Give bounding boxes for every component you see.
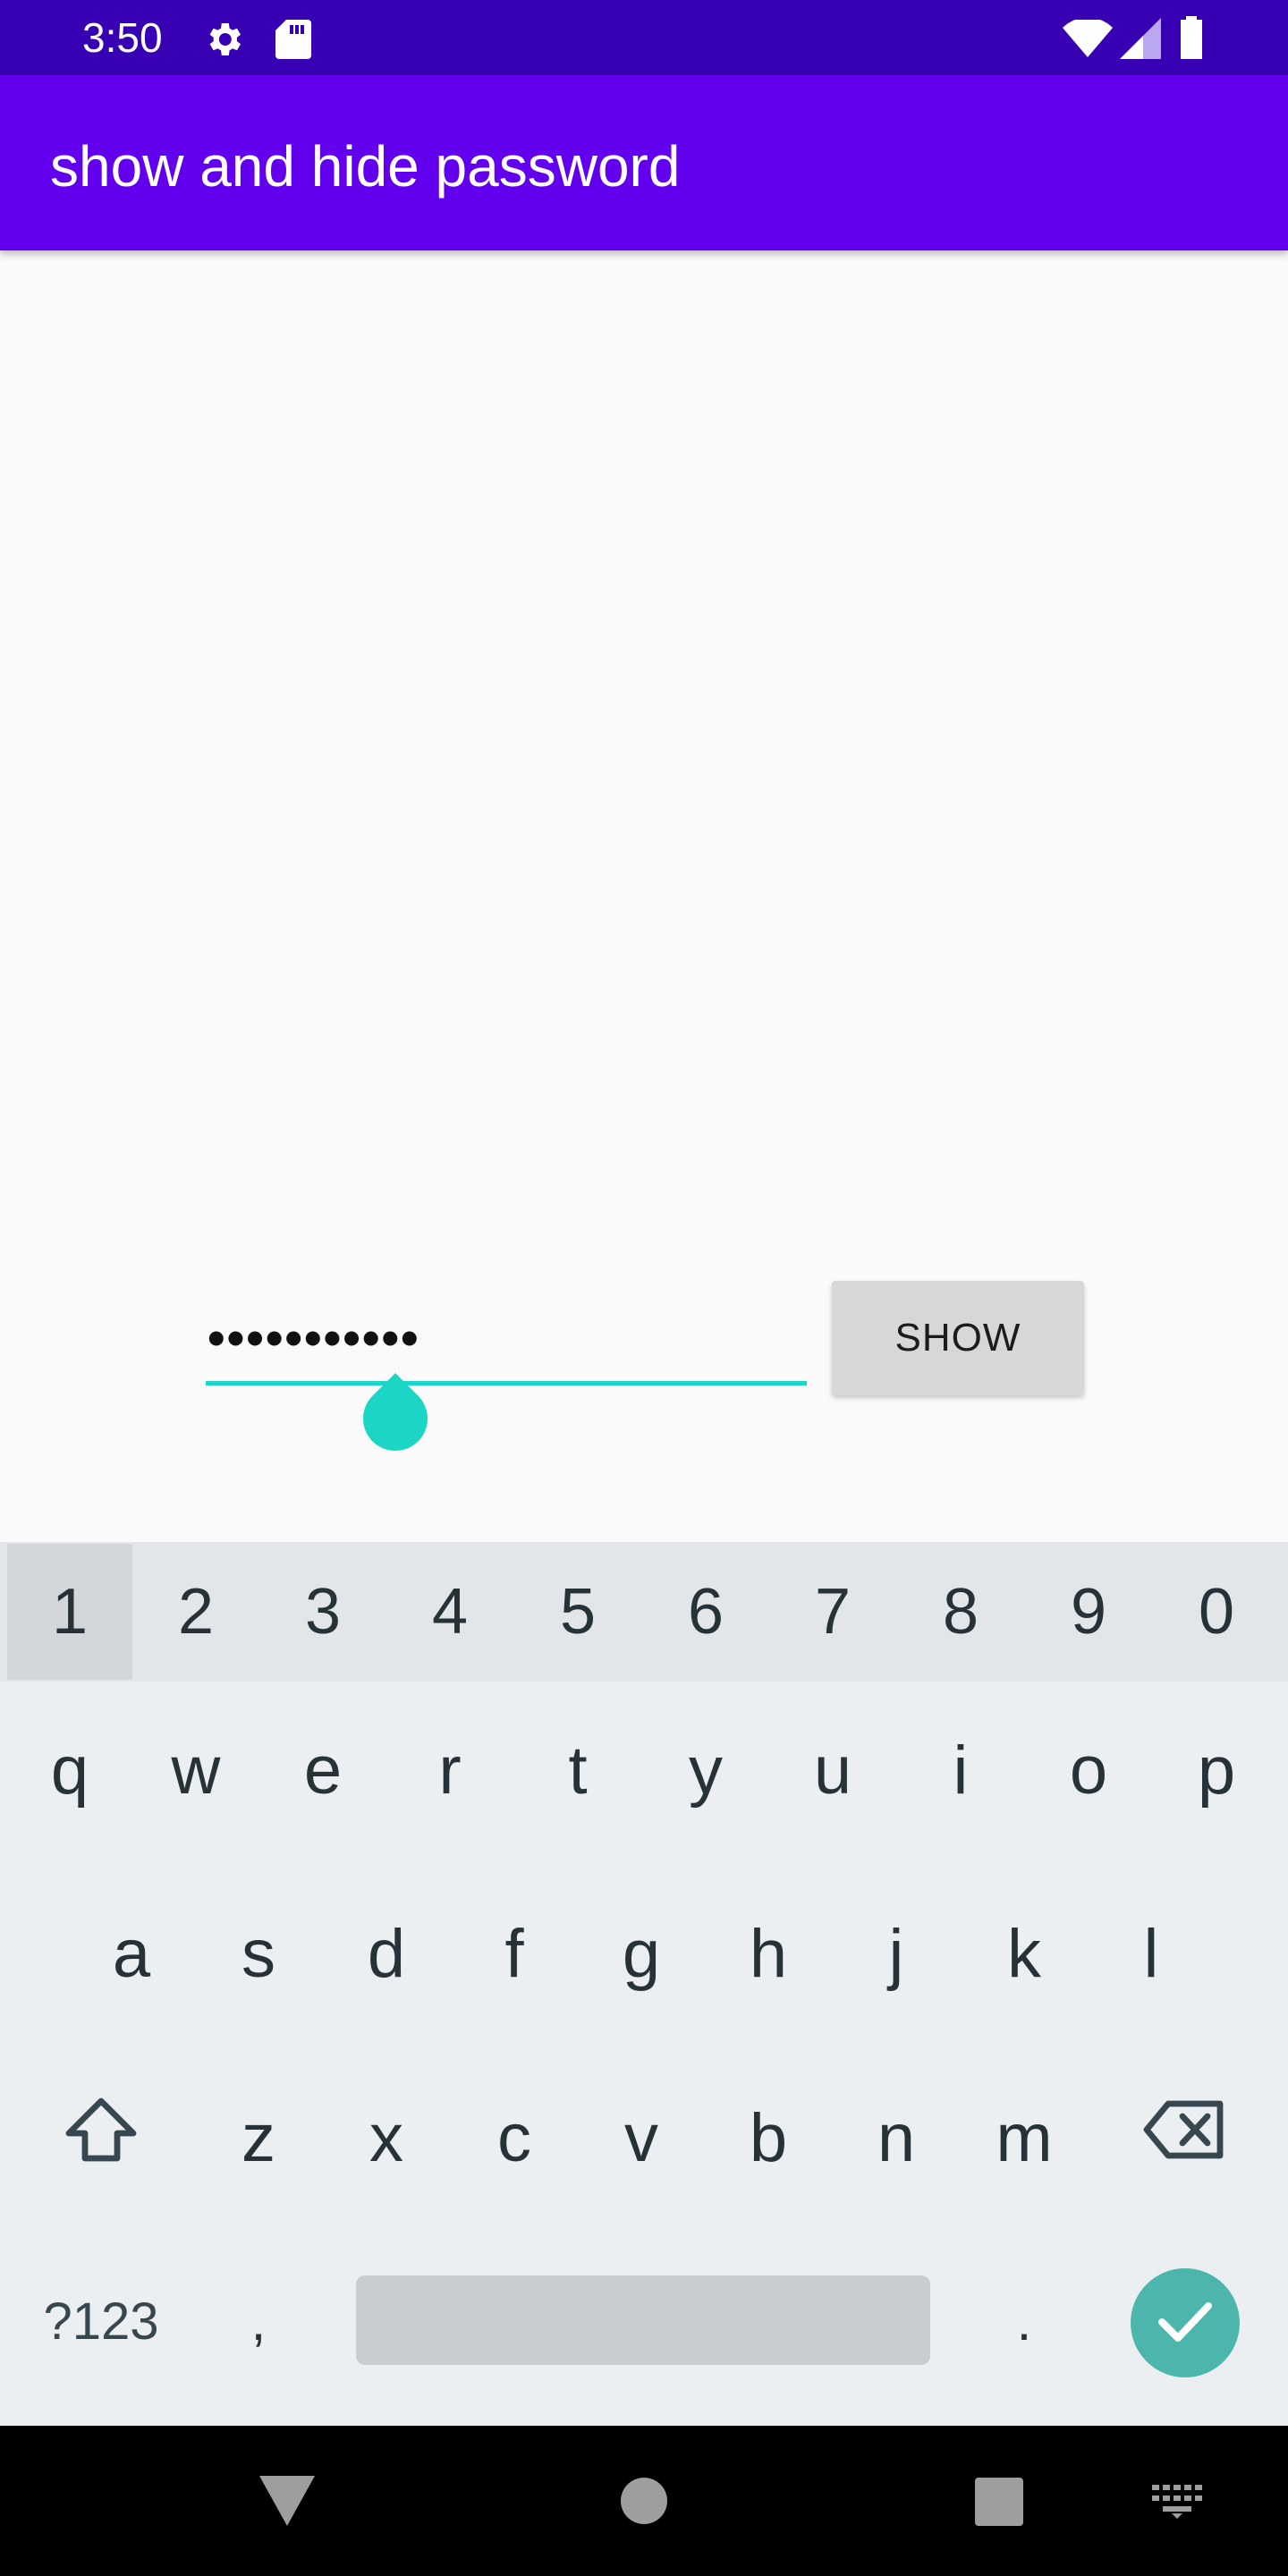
- key-w[interactable]: w: [132, 1685, 259, 1855]
- key-r[interactable]: r: [386, 1685, 513, 1855]
- enter-key[interactable]: [1131, 2268, 1240, 2377]
- status-bar: 3:50: [0, 0, 1288, 75]
- key-j[interactable]: j: [832, 1864, 961, 2043]
- app-bar: show and hide password: [0, 75, 1288, 250]
- key-g[interactable]: g: [578, 1864, 705, 2043]
- key-k[interactable]: k: [961, 1864, 1088, 2043]
- keyboard-switch-icon[interactable]: [1152, 2485, 1204, 2523]
- key-o[interactable]: o: [1025, 1685, 1152, 1855]
- status-time: 3:50: [82, 14, 163, 61]
- key-8[interactable]: 8: [896, 1542, 1025, 1682]
- shift-key[interactable]: [7, 2048, 195, 2227]
- key-e[interactable]: e: [259, 1685, 386, 1855]
- checkmark-icon: [1157, 2299, 1214, 2348]
- key-z[interactable]: z: [195, 2048, 322, 2227]
- key-9[interactable]: 9: [1025, 1542, 1152, 1682]
- key-b[interactable]: b: [705, 2048, 832, 2227]
- shift-icon: [64, 2096, 139, 2180]
- space-bar[interactable]: [356, 2275, 930, 2365]
- back-icon[interactable]: [259, 2476, 315, 2530]
- password-field[interactable]: •••••••••••: [206, 1306, 807, 1464]
- key-a[interactable]: a: [68, 1864, 195, 2043]
- key-l[interactable]: l: [1088, 1864, 1215, 2043]
- password-value[interactable]: •••••••••••: [208, 1311, 420, 1365]
- key-2[interactable]: 2: [132, 1542, 259, 1682]
- key-5[interactable]: 5: [513, 1542, 642, 1682]
- comma-key[interactable]: ,: [195, 2236, 322, 2406]
- key-q[interactable]: q: [7, 1685, 132, 1855]
- key-1[interactable]: 1: [7, 1544, 132, 1680]
- app-title: show and hide password: [50, 134, 681, 199]
- key-6[interactable]: 6: [642, 1542, 769, 1682]
- signal-icon: [1120, 18, 1161, 64]
- key-3[interactable]: 3: [259, 1542, 386, 1682]
- key-s[interactable]: s: [195, 1864, 322, 2043]
- wifi-icon: [1063, 17, 1113, 64]
- recents-icon[interactable]: [975, 2478, 1023, 2530]
- navigation-bar: [0, 2426, 1288, 2576]
- backspace-key[interactable]: [1088, 2048, 1281, 2227]
- show-password-button[interactable]: SHOW: [832, 1281, 1084, 1395]
- key-m[interactable]: m: [961, 2048, 1088, 2227]
- key-i[interactable]: i: [896, 1685, 1025, 1855]
- period-key[interactable]: .: [961, 2236, 1088, 2406]
- key-7[interactable]: 7: [769, 1542, 896, 1682]
- text-cursor-handle[interactable]: [350, 1373, 441, 1464]
- symbols-key[interactable]: ?123: [7, 2236, 195, 2406]
- backspace-icon: [1143, 2098, 1225, 2177]
- key-y[interactable]: y: [642, 1685, 769, 1855]
- key-x[interactable]: x: [322, 2048, 451, 2227]
- battery-icon: [1179, 16, 1204, 64]
- key-u[interactable]: u: [769, 1685, 896, 1855]
- key-h[interactable]: h: [705, 1864, 832, 2043]
- key-f[interactable]: f: [451, 1864, 578, 2043]
- key-c[interactable]: c: [451, 2048, 578, 2227]
- sd-card-icon: [274, 18, 313, 65]
- key-0[interactable]: 0: [1152, 1542, 1281, 1682]
- home-icon[interactable]: [621, 2478, 667, 2529]
- key-n[interactable]: n: [832, 2048, 961, 2227]
- key-t[interactable]: t: [513, 1685, 642, 1855]
- key-p[interactable]: p: [1152, 1685, 1281, 1855]
- key-d[interactable]: d: [322, 1864, 451, 2043]
- password-underline: [206, 1381, 807, 1385]
- key-v[interactable]: v: [578, 2048, 705, 2227]
- soft-keyboard: 1 2 3 4 5 6 7 8 9 0 q w e r t y u i o p …: [0, 1542, 1288, 2426]
- gear-icon: [202, 18, 245, 65]
- key-4[interactable]: 4: [386, 1542, 513, 1682]
